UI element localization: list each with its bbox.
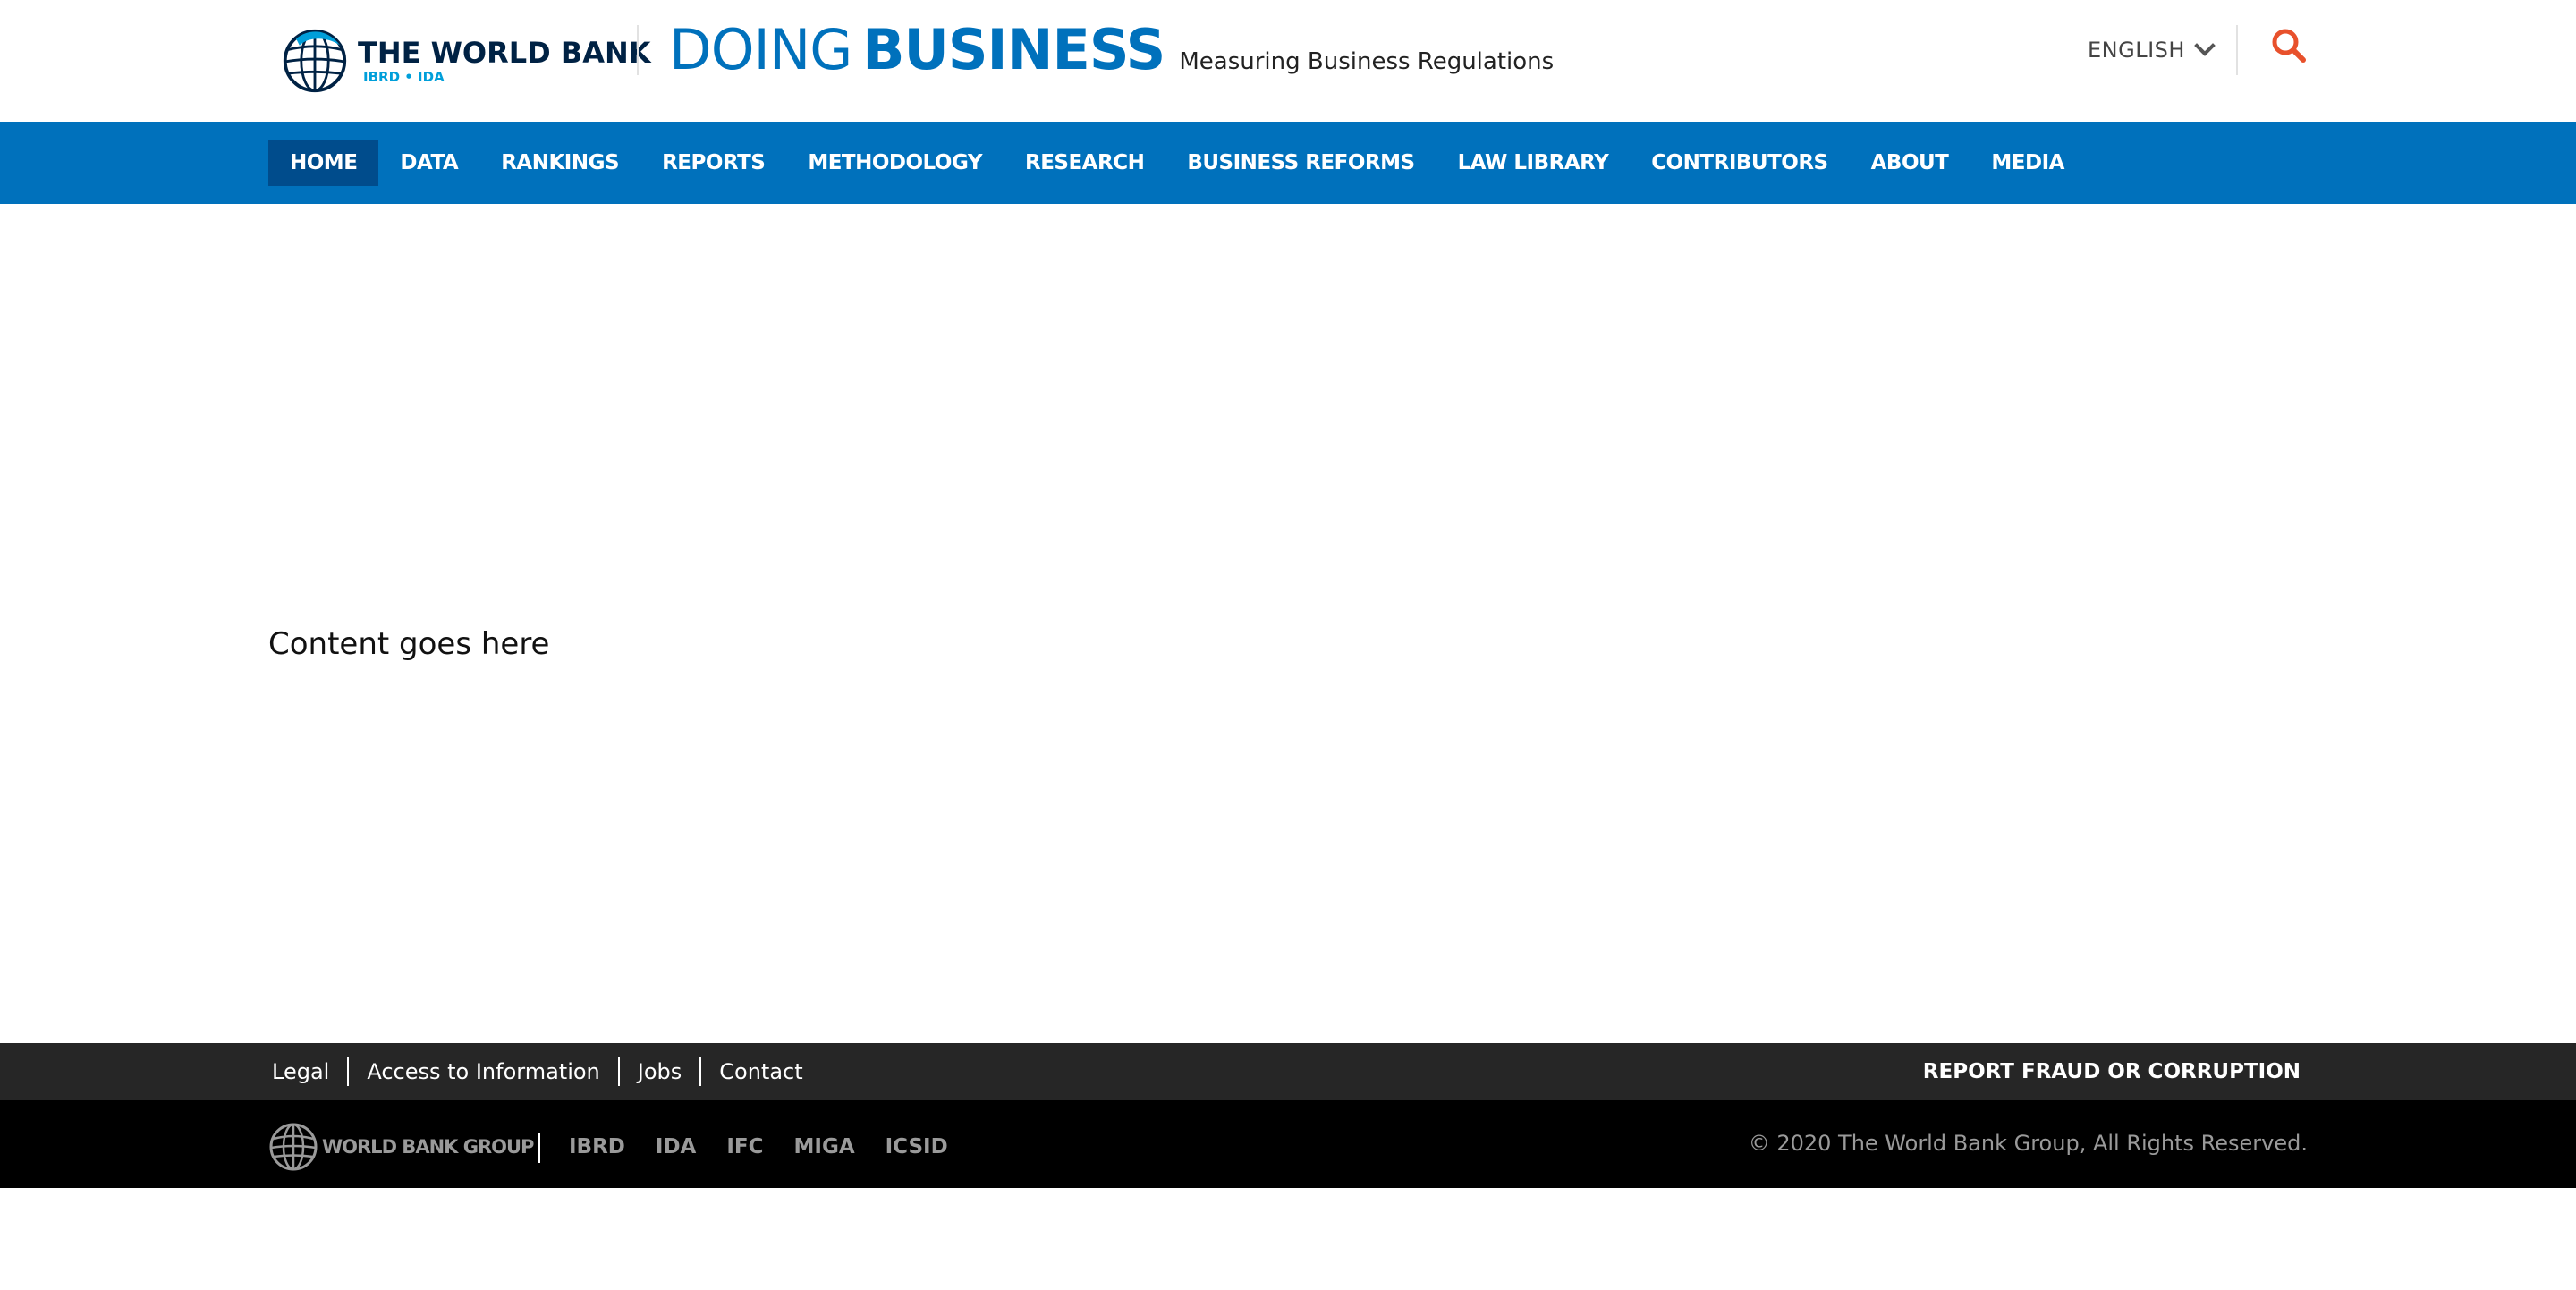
org-link-ibrd[interactable]: IBRD (569, 1135, 625, 1158)
world-bank-logo[interactable]: THE WORLD BANK IBRD • IDA (281, 25, 651, 97)
search-icon[interactable] (2270, 27, 2308, 64)
header-divider (637, 25, 639, 75)
footer-link-access-to-information[interactable]: Access to Information (347, 1057, 617, 1086)
nav-item-media[interactable]: MEDIA (1970, 140, 2086, 186)
world-bank-name: THE WORLD BANK (358, 36, 651, 70)
site-tagline: Measuring Business Regulations (1179, 48, 1555, 75)
title-business: BUSINESS (862, 17, 1165, 82)
globe-icon (269, 1123, 318, 1171)
doing-business-title[interactable]: DOING BUSINESS Measuring Business Regula… (669, 14, 1554, 86)
org-link-ida[interactable]: IDA (656, 1135, 696, 1158)
nav-item-business-reforms[interactable]: BUSINESS REFORMS (1165, 140, 1436, 186)
footer-link-contact[interactable]: Contact (699, 1057, 820, 1086)
title-doing: DOING (669, 17, 852, 82)
footer-bottom-bar: WORLD BANK GROUP IBRD IDA IFC MIGA ICSID… (0, 1100, 2576, 1188)
main-content: Content goes here (268, 626, 549, 662)
footer-links-bar: Legal Access to Information Jobs Contact… (0, 1043, 2576, 1100)
site-header: THE WORLD BANK IBRD • IDA DOING BUSINESS… (0, 0, 2576, 122)
globe-icon (283, 29, 347, 93)
language-selector[interactable]: ENGLISH (2088, 34, 2216, 66)
world-bank-wordmark: THE WORLD BANK IBRD • IDA (358, 37, 651, 85)
nav-item-methodology[interactable]: METHODOLOGY (786, 140, 1004, 186)
nav-item-data[interactable]: DATA (378, 140, 479, 186)
member-organizations: IBRD IDA IFC MIGA ICSID (569, 1131, 979, 1163)
world-bank-group-logo[interactable]: WORLD BANK GROUP (268, 1122, 534, 1172)
nav-item-home[interactable]: HOME (268, 140, 379, 186)
world-bank-subtitle: IBRD • IDA (363, 69, 445, 85)
nav-list: HOME DATA RANKINGS REPORTS METHODOLOGY R… (268, 140, 2086, 186)
world-bank-group-name: WORLD BANK GROUP (322, 1136, 534, 1158)
nav-item-research[interactable]: RESEARCH (1004, 140, 1165, 186)
footer-link-jobs[interactable]: Jobs (617, 1057, 700, 1086)
nav-item-contributors[interactable]: CONTRIBUTORS (1630, 140, 1849, 186)
nav-item-reports[interactable]: REPORTS (640, 140, 786, 186)
nav-item-law-library[interactable]: LAW LIBRARY (1436, 140, 1631, 186)
language-label: ENGLISH (2088, 38, 2185, 63)
org-link-miga[interactable]: MIGA (794, 1135, 855, 1158)
language-divider (2236, 25, 2238, 75)
footer-link-legal[interactable]: Legal (272, 1057, 347, 1086)
main-navigation: HOME DATA RANKINGS REPORTS METHODOLOGY R… (0, 122, 2576, 204)
nav-item-about[interactable]: ABOUT (1850, 140, 1970, 186)
footer-logo-divider (538, 1133, 540, 1163)
content-placeholder-text: Content goes here (268, 626, 550, 662)
org-link-icsid[interactable]: ICSID (886, 1135, 948, 1158)
footer-links: Legal Access to Information Jobs Contact (272, 1057, 821, 1086)
chevron-down-icon (2194, 43, 2216, 56)
nav-item-rankings[interactable]: RANKINGS (479, 140, 640, 186)
copyright-text: © 2020 The World Bank Group, All Rights … (1748, 1131, 2308, 1156)
org-link-ifc[interactable]: IFC (726, 1135, 763, 1158)
report-fraud-link[interactable]: REPORT FRAUD OR CORRUPTION (1923, 1057, 2301, 1086)
